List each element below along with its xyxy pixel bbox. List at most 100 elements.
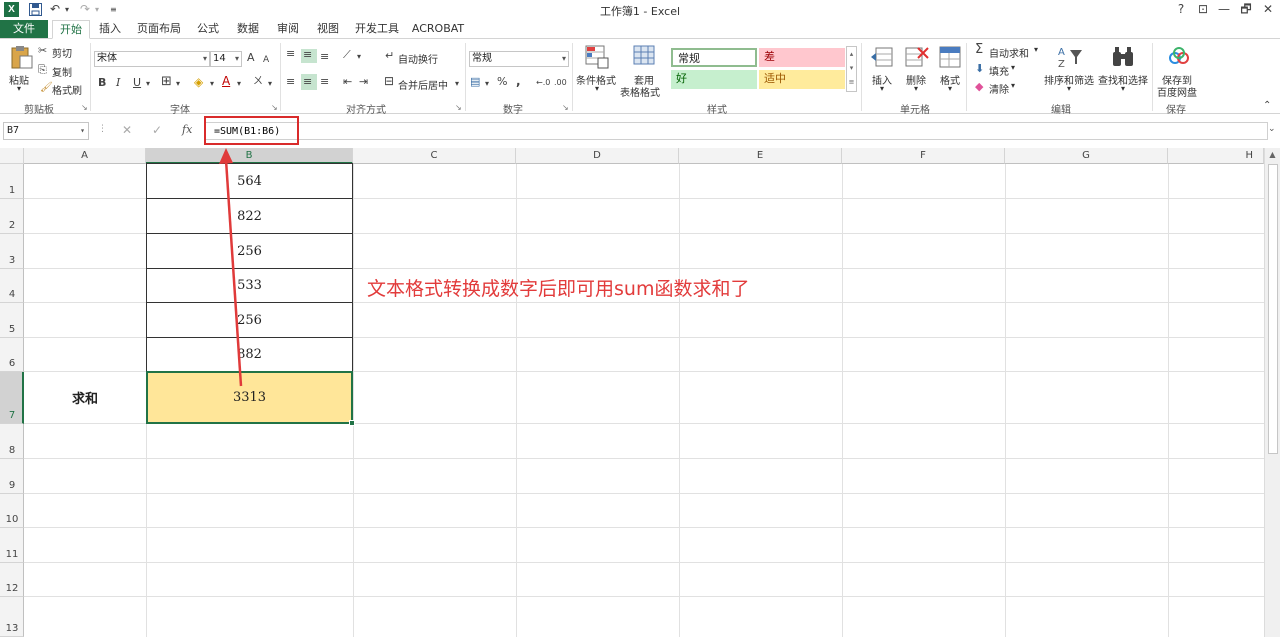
- currency-dropdown-icon[interactable]: ▾: [485, 77, 489, 91]
- styles-gallery-scroll[interactable]: ▴ ▾ ≡: [846, 46, 857, 92]
- redo-dropdown-icon[interactable]: ▾: [95, 2, 99, 17]
- orientation-icon[interactable]: ⟋: [343, 48, 351, 62]
- format-table-button-line2[interactable]: 表格格式: [620, 84, 660, 99]
- tab-page-layout[interactable]: 页面布局: [132, 20, 186, 38]
- help-icon[interactable]: ?: [1173, 2, 1189, 17]
- underline-button[interactable]: U: [133, 76, 141, 90]
- align-top-icon[interactable]: ≡: [286, 47, 295, 61]
- find-dropdown-icon[interactable]: ▾: [1121, 84, 1125, 93]
- conditional-dropdown-icon[interactable]: ▾: [595, 84, 599, 93]
- formula-input[interactable]: [205, 122, 1268, 140]
- autosum-icon[interactable]: Σ: [975, 43, 983, 57]
- italic-button[interactable]: I: [116, 76, 120, 90]
- worksheet-grid[interactable]: A B C D E F G H 1 2 3 4 5 6 7 8 9 10 11 …: [0, 148, 1264, 637]
- tab-file[interactable]: 文件: [0, 20, 48, 38]
- column-header-g[interactable]: G: [1005, 148, 1168, 164]
- enter-icon[interactable]: ✓: [152, 123, 162, 137]
- close-icon[interactable]: ✕: [1260, 2, 1276, 17]
- scroll-up-icon[interactable]: ▲: [1265, 148, 1280, 162]
- scissors-icon[interactable]: ✂: [38, 44, 47, 58]
- clear-dropdown-icon[interactable]: ▾: [1011, 81, 1015, 90]
- number-format-select[interactable]: 常规 ▾: [469, 51, 569, 67]
- font-name-select[interactable]: 宋体 ▾: [94, 51, 210, 67]
- tab-view[interactable]: 视图: [310, 20, 346, 38]
- align-center-icon[interactable]: ≡: [303, 75, 312, 89]
- currency-icon[interactable]: ▤: [470, 75, 480, 89]
- undo-icon[interactable]: ↶: [50, 2, 60, 17]
- borders-icon[interactable]: ⊞: [161, 75, 172, 89]
- row-header-12[interactable]: 12: [0, 563, 24, 597]
- paste-icon[interactable]: [8, 44, 34, 70]
- format-painter-button[interactable]: 格式刷: [52, 82, 82, 97]
- vertical-scrollbar[interactable]: ▲: [1264, 148, 1280, 637]
- fill-color-dropdown-icon[interactable]: ▾: [210, 77, 214, 91]
- redo-icon[interactable]: ↷: [80, 2, 90, 17]
- font-color-dropdown-icon[interactable]: ▾: [237, 77, 241, 91]
- save-cloud-button-line2[interactable]: 百度网盘: [1157, 84, 1197, 99]
- row-header-2[interactable]: 2: [0, 199, 24, 234]
- tab-acrobat[interactable]: ACROBAT: [408, 20, 468, 38]
- tab-insert[interactable]: 插入: [92, 20, 128, 38]
- tab-review[interactable]: 审阅: [270, 20, 306, 38]
- row-header-11[interactable]: 11: [0, 528, 24, 563]
- style-normal[interactable]: 常规: [671, 48, 757, 67]
- style-neutral[interactable]: 适中: [759, 70, 845, 89]
- baidu-cloud-icon[interactable]: [1166, 44, 1192, 70]
- phonetic-icon[interactable]: ㄨ: [253, 75, 263, 89]
- row-header-6[interactable]: 6: [0, 338, 24, 372]
- increase-decimal-icon[interactable]: ←.0: [536, 76, 550, 90]
- clipboard-launcher-icon[interactable]: ↘: [81, 103, 88, 112]
- row-header-13[interactable]: 13: [0, 597, 24, 637]
- paste-dropdown-icon[interactable]: ▾: [17, 84, 21, 93]
- row-header-10[interactable]: 10: [0, 494, 24, 528]
- grow-font-button[interactable]: A: [247, 51, 255, 65]
- binoculars-icon[interactable]: [1110, 44, 1136, 70]
- collapse-ribbon-icon[interactable]: ⌃: [1263, 99, 1271, 113]
- format-painter-icon[interactable]: 🖌: [40, 81, 53, 95]
- eraser-icon[interactable]: ◆: [975, 80, 983, 94]
- merge-dropdown-icon[interactable]: ▾: [455, 77, 459, 91]
- decrease-decimal-icon[interactable]: .00: [554, 76, 567, 90]
- insert-function-icon[interactable]: fx: [182, 123, 192, 136]
- undo-dropdown-icon[interactable]: ▾: [65, 2, 69, 17]
- decrease-indent-icon[interactable]: ⇤: [343, 75, 352, 89]
- cancel-icon[interactable]: ✕: [122, 123, 132, 137]
- align-left-icon[interactable]: ≡: [286, 75, 295, 89]
- format-dropdown-icon[interactable]: ▾: [948, 84, 952, 93]
- style-bad[interactable]: 差: [759, 48, 845, 67]
- merge-center-button[interactable]: 合并后居中: [398, 77, 448, 92]
- font-color-icon[interactable]: A: [222, 74, 230, 88]
- format-table-icon[interactable]: [632, 44, 658, 70]
- name-box[interactable]: B7 ▾: [3, 122, 89, 140]
- sort-dropdown-icon[interactable]: ▾: [1067, 84, 1071, 93]
- fill-dropdown-icon[interactable]: ▾: [1011, 63, 1015, 72]
- row-header-5[interactable]: 5: [0, 303, 24, 338]
- row-header-1[interactable]: 1: [0, 164, 24, 199]
- formula-bar-splitter[interactable]: ⋮: [98, 124, 107, 134]
- tab-home[interactable]: 开始: [52, 20, 90, 39]
- tab-developer[interactable]: 开发工具: [350, 20, 404, 38]
- conditional-format-icon[interactable]: [584, 44, 610, 70]
- row-header-4[interactable]: 4: [0, 269, 24, 303]
- row-header-8[interactable]: 8: [0, 424, 24, 459]
- phonetic-dropdown-icon[interactable]: ▾: [268, 77, 272, 91]
- percent-button[interactable]: %: [497, 75, 507, 89]
- select-all-corner[interactable]: [0, 148, 24, 164]
- format-cells-icon[interactable]: [937, 44, 963, 70]
- row-header-9[interactable]: 9: [0, 459, 24, 494]
- tab-formulas[interactable]: 公式: [190, 20, 226, 38]
- orientation-dropdown-icon[interactable]: ▾: [357, 50, 361, 64]
- style-good[interactable]: 好: [671, 70, 757, 89]
- align-bottom-icon[interactable]: ≡: [320, 50, 329, 64]
- cut-button[interactable]: 剪切: [52, 45, 72, 60]
- align-right-icon[interactable]: ≡: [320, 75, 329, 89]
- tab-data[interactable]: 数据: [230, 20, 266, 38]
- save-icon[interactable]: [29, 3, 42, 16]
- insert-cells-icon[interactable]: [870, 44, 896, 70]
- number-launcher-icon[interactable]: ↘: [562, 103, 569, 112]
- expand-formula-icon[interactable]: ⌄: [1268, 124, 1276, 134]
- chevron-down-icon[interactable]: ▾: [80, 123, 85, 139]
- column-header-a[interactable]: A: [24, 148, 146, 164]
- clear-button[interactable]: 清除: [989, 81, 1009, 96]
- wrap-text-button[interactable]: 自动换行: [398, 51, 438, 66]
